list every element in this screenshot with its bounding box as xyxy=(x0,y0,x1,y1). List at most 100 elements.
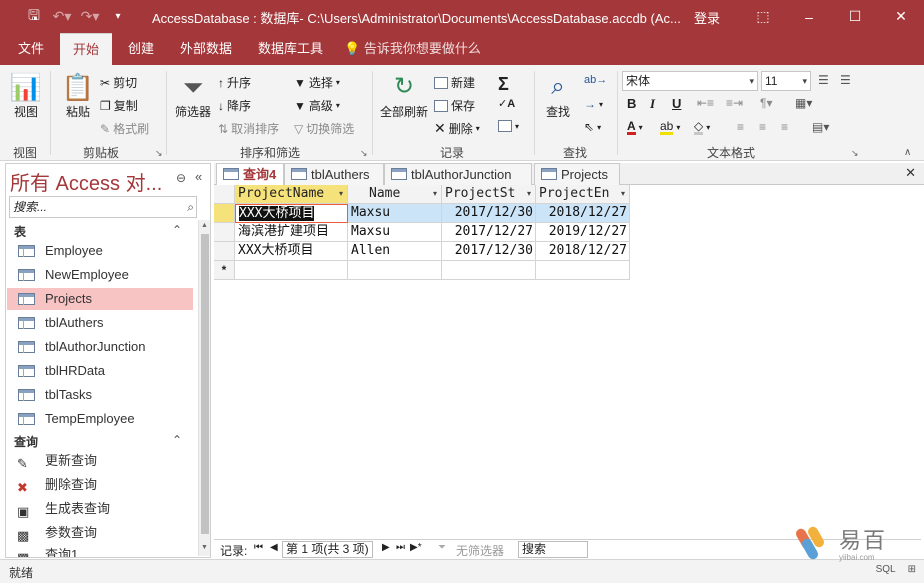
bold-button[interactable]: B xyxy=(627,96,636,111)
new-record-selector[interactable]: * xyxy=(214,261,235,280)
indent-decrease-button[interactable]: ⇤≡ xyxy=(697,96,714,110)
collapse-ribbon-icon[interactable]: ∧ xyxy=(904,147,911,158)
clipboard-launcher-icon[interactable]: ↘ xyxy=(155,148,163,159)
indent-increase-button[interactable]: ≡⇥ xyxy=(726,96,743,110)
table-cell[interactable] xyxy=(536,261,630,280)
view-button[interactable]: 📊 视图 xyxy=(8,71,44,120)
table-cell[interactable]: XXX大桥项目 xyxy=(235,242,348,261)
font-size-select[interactable]: 11 ▾ xyxy=(761,71,811,91)
nav-search-input[interactable]: 搜索... ⌕ xyxy=(9,196,197,218)
table-cell[interactable]: 2017/12/27 xyxy=(442,223,536,242)
section-queries[interactable]: 查询 ⌃ xyxy=(14,433,182,450)
gridlines-button[interactable]: ▦▾ xyxy=(795,96,812,110)
tab-file[interactable]: 文件 xyxy=(14,33,48,65)
nav-item-delete-query[interactable]: ✖ 删除查询 xyxy=(7,474,193,496)
nav-item-tbltasks[interactable]: tblTasks xyxy=(7,384,193,406)
sql-view-button[interactable]: SQL xyxy=(876,564,896,575)
tell-me-box[interactable]: 💡 告诉我你想要做什么 xyxy=(344,33,481,65)
chevron-down-icon[interactable]: ▾ xyxy=(527,185,531,203)
refresh-all-button[interactable]: ↻ 全部刷新 xyxy=(378,71,430,120)
next-record-icon[interactable]: ▶ xyxy=(382,542,390,553)
table-cell[interactable]: 2019/12/27 xyxy=(536,223,630,242)
table-cell[interactable] xyxy=(442,261,536,280)
row-selector[interactable] xyxy=(214,242,235,261)
sort-descending-button[interactable]: ↓ 降序 xyxy=(218,97,251,114)
datasheet-view-button[interactable]: ⊞ xyxy=(908,564,916,575)
chevron-down-icon[interactable]: ▾ xyxy=(621,185,625,203)
totals-button[interactable]: Σ xyxy=(498,74,509,95)
nav-item-newemployee[interactable]: NewEmployee xyxy=(7,264,193,286)
login-link[interactable]: 登录 xyxy=(694,8,720,27)
doc-tab-tblauthers[interactable]: tblAuthers xyxy=(284,163,384,185)
format-painter-button[interactable]: ✎ 格式刷 xyxy=(100,120,149,137)
nav-item-query1[interactable]: ▩查询1 xyxy=(7,544,193,557)
spelling-button[interactable]: ✓A xyxy=(498,97,515,110)
new-record-button[interactable]: 新建 xyxy=(434,74,475,91)
chevron-down-icon[interactable]: ▾ xyxy=(433,185,437,203)
close-document-icon[interactable]: ✕ xyxy=(905,165,916,181)
copy-button[interactable]: ❐ 复制 xyxy=(100,97,138,114)
column-header-name[interactable]: Name ▾ xyxy=(348,185,442,204)
maximize-icon[interactable]: ☐ xyxy=(832,0,878,33)
table-cell[interactable]: Allen xyxy=(348,242,442,261)
row-selector[interactable] xyxy=(214,204,235,223)
table-cell[interactable]: 2018/12/27 xyxy=(536,242,630,261)
alt-row-color-button[interactable]: ▤▾ xyxy=(812,120,829,134)
paragraph-button[interactable]: ¶▾ xyxy=(760,96,772,110)
select-all-corner[interactable] xyxy=(214,185,235,204)
table-cell[interactable]: Maxsu xyxy=(348,204,442,223)
table-cell[interactable]: Maxsu xyxy=(348,223,442,242)
collapse-section-icon[interactable]: ⌃ xyxy=(172,433,182,447)
underline-button[interactable]: U xyxy=(672,96,681,111)
save-record-button[interactable]: 保存 xyxy=(434,97,475,114)
table-cell[interactable]: 2017/12/30 xyxy=(442,204,536,223)
select-button[interactable]: ⇖ ▾ xyxy=(584,120,601,134)
column-header-projectend[interactable]: ProjectEn ▾ xyxy=(536,185,630,204)
prev-record-icon[interactable]: ◀ xyxy=(270,542,278,553)
chevron-down-icon[interactable]: ▾ xyxy=(339,185,343,203)
toggle-filter-button[interactable]: ▽ 切换筛选 xyxy=(294,120,354,137)
doc-tab-projects[interactable]: Projects xyxy=(534,163,620,185)
ribbon-display-icon[interactable]: ⬚ xyxy=(740,0,786,33)
nav-item-tblauthorjunction[interactable]: tblAuthorJunction xyxy=(7,336,193,358)
record-position-input[interactable]: 第 1 项(共 3 项) xyxy=(282,541,373,558)
nav-shutter-icon[interactable]: « xyxy=(195,169,202,184)
table-cell[interactable]: 2018/12/27 xyxy=(536,204,630,223)
font-name-select[interactable]: 宋体 ▾ xyxy=(622,71,758,91)
search-icon[interactable]: ⌕ xyxy=(187,197,194,217)
column-header-projectname[interactable]: ProjectName ▾ xyxy=(235,185,348,204)
minimize-icon[interactable]: – xyxy=(786,0,832,33)
section-tables[interactable]: 表 ⌃ xyxy=(14,223,182,240)
undo-icon[interactable]: ↶▾ xyxy=(48,8,76,25)
nav-item-make-table-query[interactable]: ▣ 生成表查询 xyxy=(7,498,193,520)
align-right-button[interactable]: ≡ xyxy=(781,120,788,134)
sort-filter-launcher-icon[interactable]: ↘ xyxy=(360,148,368,159)
last-record-icon[interactable]: ⏭ xyxy=(396,542,405,553)
doc-tab-query4[interactable]: 查询4 xyxy=(216,163,284,185)
no-filter-button[interactable]: 无筛选器 xyxy=(456,542,504,559)
table-cell[interactable]: 2017/12/30 xyxy=(442,242,536,261)
table-cell[interactable]: XXX大桥项目 xyxy=(235,204,348,223)
collapse-section-icon[interactable]: ⌃ xyxy=(172,223,182,237)
doc-tab-tblauthorjunction[interactable]: tblAuthorJunction xyxy=(384,163,532,185)
tab-database-tools[interactable]: 数据库工具 xyxy=(254,33,327,65)
nav-title[interactable]: 所有 Access 对... xyxy=(10,167,162,196)
scroll-thumb[interactable] xyxy=(201,234,209,534)
table-cell[interactable] xyxy=(348,261,442,280)
scroll-down-icon[interactable]: ▼ xyxy=(201,544,208,551)
align-left-button[interactable]: ≡ xyxy=(737,120,744,134)
remove-sort-button[interactable]: ⇅ 取消排序 xyxy=(218,120,279,137)
first-record-icon[interactable]: ⏮ xyxy=(254,542,263,553)
save-icon[interactable]: 🖫 xyxy=(20,5,48,29)
list-numbers-button[interactable]: ☰ xyxy=(840,73,851,87)
row-selector[interactable] xyxy=(214,223,235,242)
scroll-up-icon[interactable]: ▲ xyxy=(201,222,208,229)
nav-item-projects[interactable]: Projects xyxy=(7,288,193,310)
highlight-button[interactable]: ab ▾ xyxy=(660,120,680,135)
nav-item-tempemployee[interactable]: TempEmployee xyxy=(7,408,193,430)
new-blank-record-icon[interactable]: ▶* xyxy=(410,542,422,553)
close-icon[interactable]: ✕ xyxy=(878,0,924,33)
more-button[interactable]: ▾ xyxy=(498,120,519,132)
nav-item-employee[interactable]: Employee xyxy=(7,240,193,262)
nav-scrollbar[interactable]: ▲ ▼ xyxy=(198,220,210,556)
